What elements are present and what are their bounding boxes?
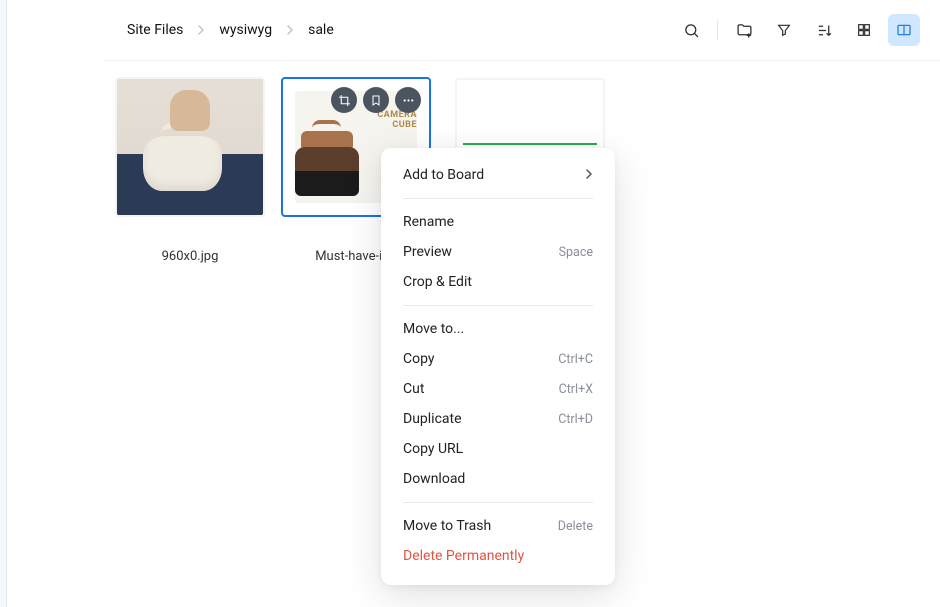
menu-item-shortcut: Ctrl+C xyxy=(558,352,593,367)
menu-item-label: Crop & Edit xyxy=(403,274,472,290)
image-overlay-text: CUBE xyxy=(377,121,417,131)
menu-item-delete-permanently[interactable]: Delete Permanently xyxy=(381,541,615,571)
menu-item-copy-url[interactable]: Copy URL xyxy=(381,434,615,464)
menu-item-label: Copy URL xyxy=(403,441,463,457)
menu-separator xyxy=(403,502,593,503)
menu-item-move-to-trash[interactable]: Move to Trash Delete xyxy=(381,511,615,541)
menu-item-shortcut: Delete xyxy=(558,519,593,534)
new-folder-button[interactable] xyxy=(728,14,760,46)
menu-item-rename[interactable]: Rename xyxy=(381,207,615,237)
menu-item-cut[interactable]: Cut Ctrl+X xyxy=(381,374,615,404)
menu-item-shortcut: Ctrl+D xyxy=(558,412,593,427)
menu-item-label: Download xyxy=(403,471,465,487)
panel-view-button[interactable] xyxy=(888,14,920,46)
menu-separator xyxy=(403,305,593,306)
context-menu: Add to Board Rename Preview Space Crop &… xyxy=(381,148,615,585)
menu-item-preview[interactable]: Preview Space xyxy=(381,237,615,267)
filter-button[interactable] xyxy=(768,14,800,46)
menu-item-add-to-board[interactable]: Add to Board xyxy=(381,160,615,190)
menu-item-shortcut: Ctrl+X xyxy=(559,382,593,397)
more-button[interactable] xyxy=(395,87,421,113)
file-name: 960x0.jpg xyxy=(162,249,219,264)
file-tile[interactable]: 960x0.jpg xyxy=(115,77,265,264)
file-thumbnail[interactable]: FREE SHIPPING xyxy=(455,78,605,153)
toolbar xyxy=(675,14,920,46)
breadcrumb-item-site-files[interactable]: Site Files xyxy=(127,22,183,38)
file-tile[interactable]: FREE SHIPPING xyxy=(447,78,617,153)
menu-item-duplicate[interactable]: Duplicate Ctrl+D xyxy=(381,404,615,434)
menu-item-shortcut: Space xyxy=(559,245,593,260)
sort-button[interactable] xyxy=(808,14,840,46)
search-button[interactable] xyxy=(675,14,707,46)
breadcrumb-item-wysiwyg[interactable]: wysiwyg xyxy=(219,22,272,38)
chevron-right-icon xyxy=(585,167,593,183)
breadcrumb-item-sale[interactable]: sale xyxy=(308,22,334,38)
toolbar-divider xyxy=(717,20,718,40)
menu-item-label: Move to... xyxy=(403,321,464,337)
menu-item-label: Cut xyxy=(403,381,424,397)
grid-view-button[interactable] xyxy=(848,14,880,46)
menu-item-label: Preview xyxy=(403,244,452,260)
image-preview: FREE SHIPPING xyxy=(457,80,603,153)
menu-item-label: Copy xyxy=(403,351,435,367)
tile-hover-actions xyxy=(331,87,421,113)
topbar: Site Files wysiwyg sale xyxy=(103,0,940,61)
menu-item-label: Duplicate xyxy=(403,411,462,427)
breadcrumb: Site Files wysiwyg sale xyxy=(127,22,334,38)
file-thumbnail[interactable] xyxy=(115,77,265,217)
menu-item-label: Add to Board xyxy=(403,167,484,183)
menu-separator xyxy=(403,198,593,199)
menu-item-crop-edit[interactable]: Crop & Edit xyxy=(381,267,615,297)
menu-item-label: Move to Trash xyxy=(403,518,491,534)
chevron-right-icon xyxy=(197,25,205,35)
image-preview xyxy=(117,79,263,215)
menu-item-move-to[interactable]: Move to... xyxy=(381,314,615,344)
menu-item-label: Delete Permanently xyxy=(403,548,524,564)
menu-item-download[interactable]: Download xyxy=(381,464,615,494)
bookmark-button[interactable] xyxy=(363,87,389,113)
crop-button[interactable] xyxy=(331,87,357,113)
menu-item-copy[interactable]: Copy Ctrl+C xyxy=(381,344,615,374)
chevron-right-icon xyxy=(286,25,294,35)
menu-item-label: Rename xyxy=(403,214,454,230)
